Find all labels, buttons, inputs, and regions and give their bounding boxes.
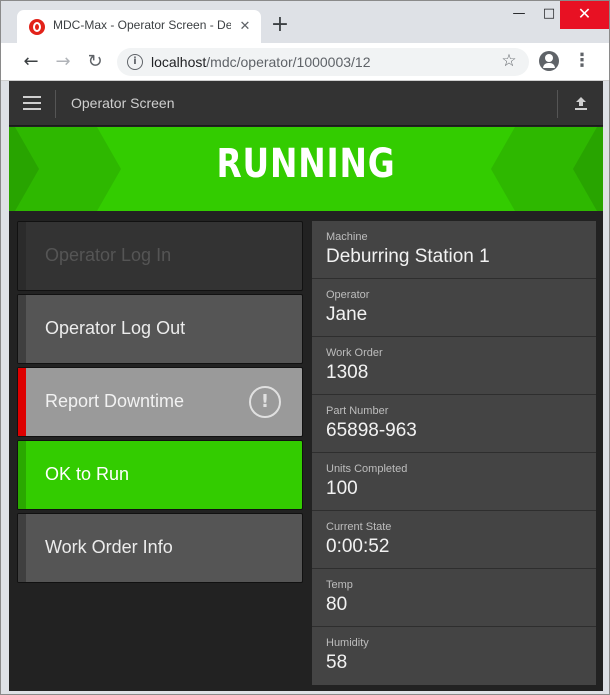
info-value: 1308 [326, 362, 369, 383]
minimize-button[interactable]: — [504, 1, 534, 29]
info-icon[interactable]: i [127, 54, 143, 70]
star-icon[interactable]: ☆ [499, 51, 519, 71]
work-order-info-button[interactable]: Work Order Info [17, 513, 303, 583]
status-label: RUNNING [216, 141, 396, 187]
alert-circle-icon: ! [249, 386, 281, 418]
url-path: /mdc/operator/1000003/12 [206, 54, 371, 70]
info-row-temp: Temp 80 [312, 569, 596, 627]
close-icon[interactable]: ✕ [237, 19, 253, 35]
info-row-humidity: Humidity 58 [312, 627, 596, 685]
url-host: localhost [151, 54, 207, 70]
info-value: Jane [326, 304, 368, 325]
more-vert-icon[interactable]: ⋮ [573, 51, 591, 73]
info-row-work-order: Work Order 1308 [312, 337, 596, 395]
info-row-operator: Operator Jane [312, 279, 596, 337]
hamburger-icon[interactable] [23, 96, 41, 110]
button-label: Report Downtime [45, 391, 185, 411]
app-header: Operator Screen [9, 81, 603, 126]
info-value: 0:00:52 [326, 536, 390, 557]
button-label: Operator Log In [45, 245, 172, 265]
close-window-button[interactable]: ✕ [560, 1, 609, 29]
operator-log-in-button[interactable]: Operator Log In [17, 221, 303, 291]
tab-title: MDC-Max - Operator Screen - De [53, 18, 231, 32]
upload-icon[interactable] [573, 95, 589, 111]
info-label: Temp [326, 579, 353, 591]
info-value: 65898-963 [326, 420, 417, 441]
arrow-left-icon[interactable]: ← [19, 50, 43, 74]
url-text[interactable]: localhost/mdc/operator/1000003/12 [151, 54, 371, 70]
info-value: 58 [326, 652, 348, 673]
button-accent-stripe [18, 441, 26, 509]
reload-icon[interactable]: ↻ [83, 50, 107, 74]
header-divider [557, 90, 558, 118]
info-row-current-state: Current State 0:00:52 [312, 511, 596, 569]
page-title: Operator Screen [71, 95, 175, 111]
info-row-units-completed: Units Completed 100 [312, 453, 596, 511]
button-accent-stripe [18, 295, 26, 363]
button-label: OK to Run [45, 464, 130, 484]
info-value: 80 [326, 594, 348, 615]
info-value: 100 [326, 478, 358, 499]
mdc-max-logo-icon [29, 19, 45, 35]
browser-tab[interactable]: MDC-Max - Operator Screen - De ✕ [17, 10, 261, 43]
status-banner: RUNNING [9, 127, 603, 211]
button-label: Work Order Info [45, 537, 173, 557]
operator-log-out-button[interactable]: Operator Log Out [17, 294, 303, 364]
operator-screen-app: Operator Screen RUNNING Operator Log In [9, 81, 603, 691]
info-row-machine: Machine Deburring Station 1 [312, 221, 596, 279]
info-label: Operator [326, 289, 370, 301]
button-accent-stripe [18, 368, 26, 436]
ok-to-run-button[interactable]: OK to Run [17, 440, 303, 510]
browser-window: MDC-Max - Operator Screen - De ✕ + — □ ✕… [0, 0, 610, 695]
arrow-right-icon[interactable]: → [51, 50, 75, 74]
plus-icon[interactable]: + [269, 14, 291, 37]
button-accent-stripe [18, 514, 26, 582]
info-label: Current State [326, 521, 392, 533]
browser-toolbar: ← → ↻ i localhost/mdc/operator/1000003/1… [1, 43, 609, 81]
machine-info-panel: Machine Deburring Station 1 Operator Jan… [312, 221, 596, 685]
info-label: Units Completed [326, 463, 408, 475]
info-label: Machine [326, 231, 368, 243]
info-label: Part Number [326, 405, 389, 417]
info-row-part-number: Part Number 65898-963 [312, 395, 596, 453]
button-accent-stripe [18, 222, 26, 290]
info-label: Humidity [326, 637, 369, 649]
header-divider [55, 90, 56, 118]
button-label: Operator Log Out [45, 318, 186, 338]
info-label: Work Order [326, 347, 383, 359]
info-value: Deburring Station 1 [326, 246, 490, 267]
address-bar[interactable]: i localhost/mdc/operator/1000003/12 ☆ [117, 48, 529, 76]
report-downtime-button[interactable]: Report Downtime ! [17, 367, 303, 437]
account-icon[interactable] [539, 51, 559, 71]
tab-strip: MDC-Max - Operator Screen - De ✕ + — □ ✕ [1, 1, 609, 43]
action-button-list: Operator Log In Operator Log Out Report … [9, 211, 311, 691]
